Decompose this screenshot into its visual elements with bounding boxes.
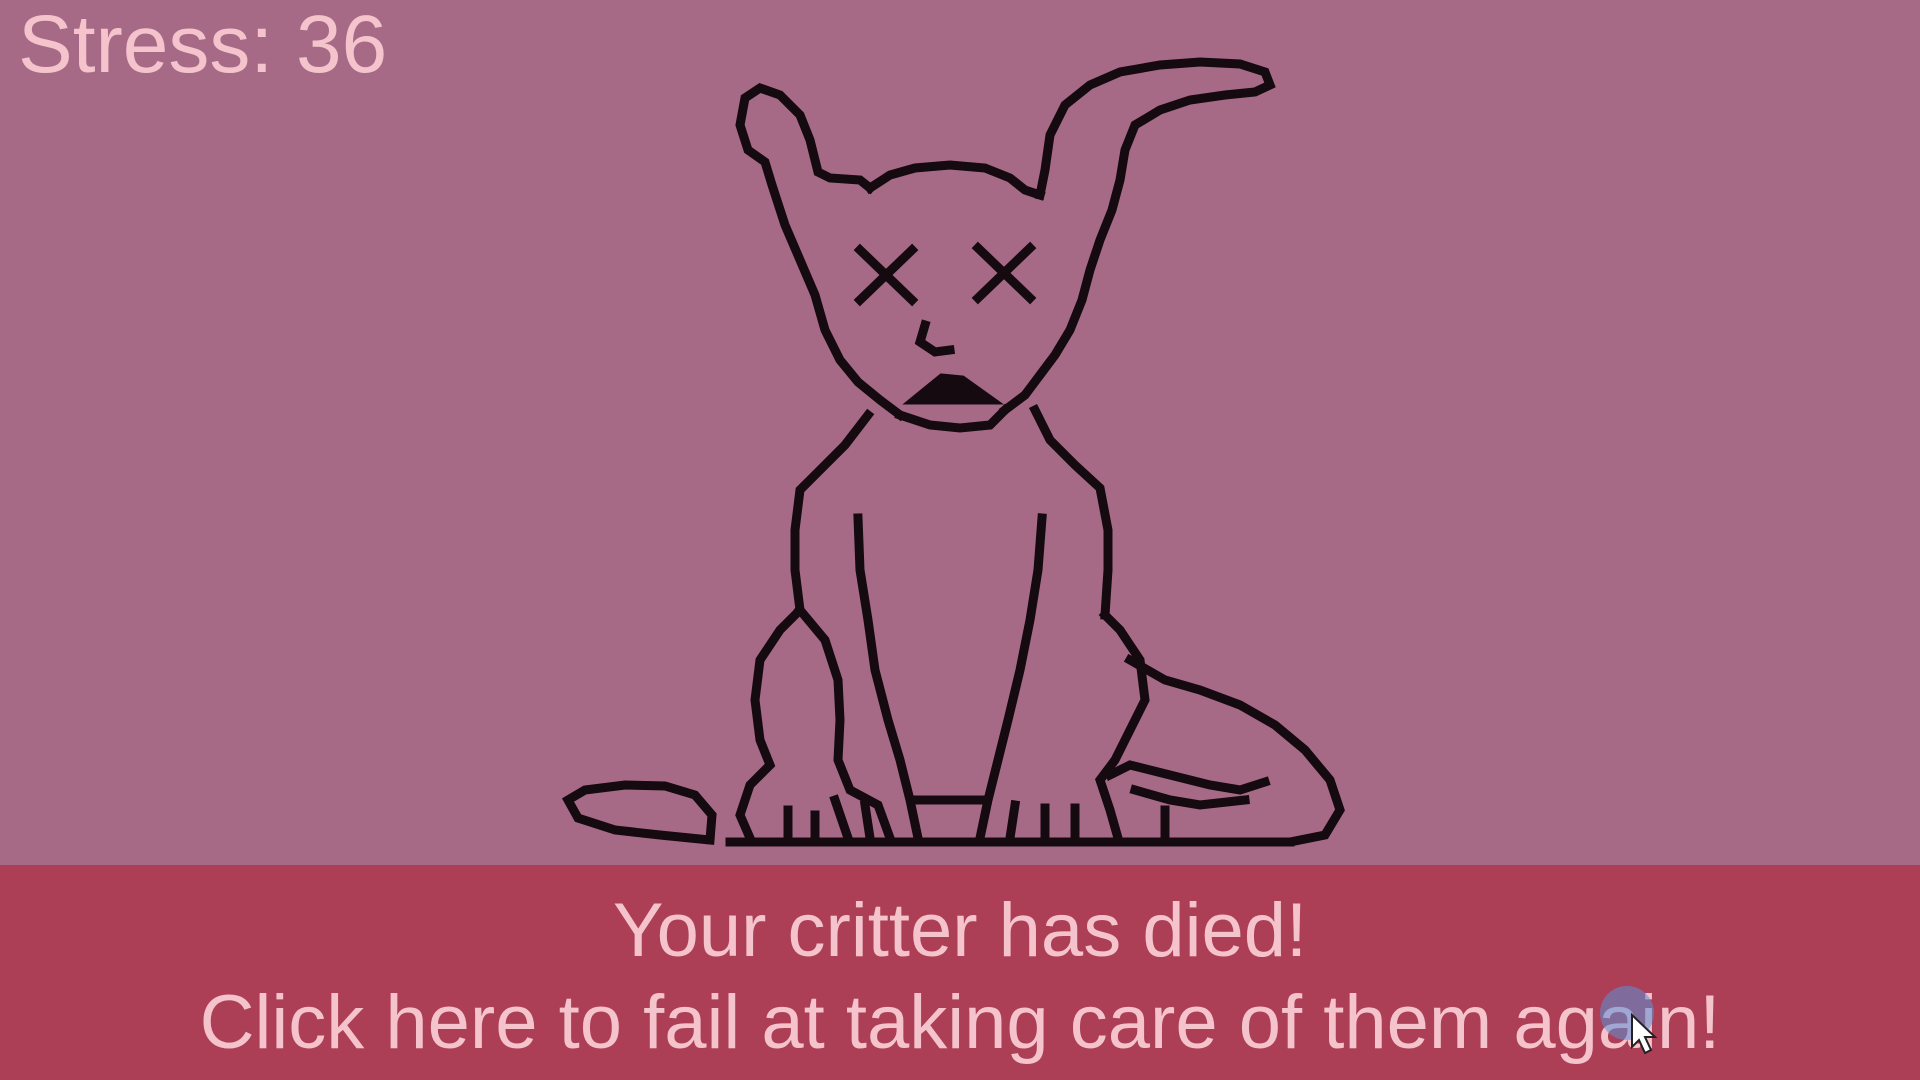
critter-head-top bbox=[863, 160, 1046, 201]
x-eyes-icon bbox=[853, 241, 1037, 307]
critter-mouth bbox=[902, 373, 1005, 405]
critter-nose bbox=[914, 319, 956, 357]
restart-link[interactable]: Click here to fail at taking care of the… bbox=[0, 985, 1920, 1061]
critter-right-ear bbox=[998, 57, 1276, 417]
critter-hind-leg-right bbox=[1094, 608, 1150, 844]
death-message: Your critter has died! bbox=[612, 888, 1308, 973]
restart-banner[interactable]: Your critter has died! Click here to fai… bbox=[0, 865, 1920, 1080]
critter-tail-left bbox=[561, 780, 717, 845]
critter-left-ear bbox=[735, 83, 907, 422]
critter-body-right bbox=[1028, 403, 1113, 620]
critter-front-leg-left bbox=[853, 513, 924, 844]
critter-body-left bbox=[735, 408, 875, 844]
critter-chin bbox=[894, 403, 1012, 433]
game-screen: Stress: 36 Your critter has died! Click … bbox=[0, 0, 1920, 1080]
critter-front-leg-right bbox=[974, 513, 1047, 844]
critter-hind-leg-left bbox=[793, 603, 896, 844]
dead-critter-image bbox=[561, 57, 1345, 847]
